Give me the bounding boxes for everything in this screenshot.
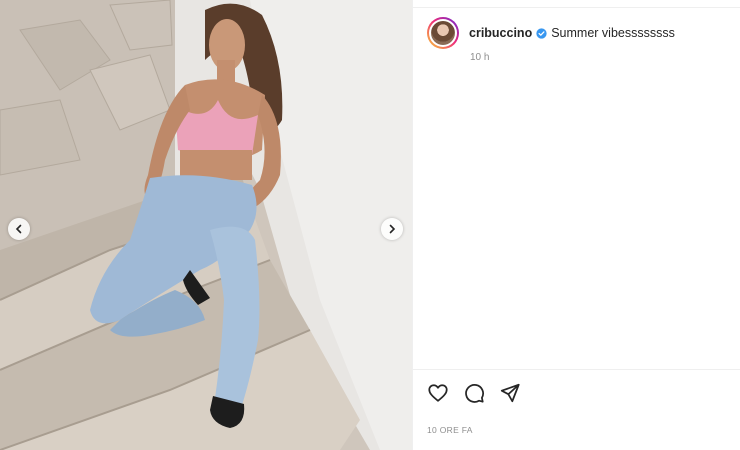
- post-photo: [0, 0, 412, 450]
- comment-button[interactable]: [463, 382, 487, 406]
- chevron-right-icon: [389, 224, 396, 234]
- avatar-ring: [429, 19, 457, 47]
- verified-badge-icon: [536, 27, 547, 39]
- paper-plane-icon: [500, 383, 520, 403]
- caption-row: cribuccino Summer vibessssssss: [427, 17, 675, 49]
- like-button[interactable]: [427, 382, 451, 406]
- caption-timestamp[interactable]: 10 h: [470, 52, 489, 63]
- previous-photo-button[interactable]: [8, 218, 30, 240]
- comment-bubble-icon: [465, 384, 484, 403]
- username-link[interactable]: cribuccino: [469, 26, 532, 40]
- action-bar: [427, 382, 535, 406]
- post-date[interactable]: 10 ORE FA: [427, 425, 473, 435]
- heart-icon: [428, 384, 448, 402]
- caption: cribuccino Summer vibessssssss: [469, 26, 675, 40]
- next-photo-button[interactable]: [381, 218, 403, 240]
- share-button[interactable]: [499, 382, 523, 406]
- chevron-left-icon: [15, 224, 22, 234]
- actions-divider: [413, 369, 740, 370]
- avatar[interactable]: [427, 17, 459, 49]
- caption-text: Summer vibessssssss: [551, 26, 675, 40]
- header-divider: [413, 0, 740, 8]
- post-media[interactable]: [0, 0, 412, 450]
- post-details-panel: cribuccino Summer vibessssssss 10 h 10 O…: [412, 0, 740, 450]
- avatar-image: [431, 21, 455, 45]
